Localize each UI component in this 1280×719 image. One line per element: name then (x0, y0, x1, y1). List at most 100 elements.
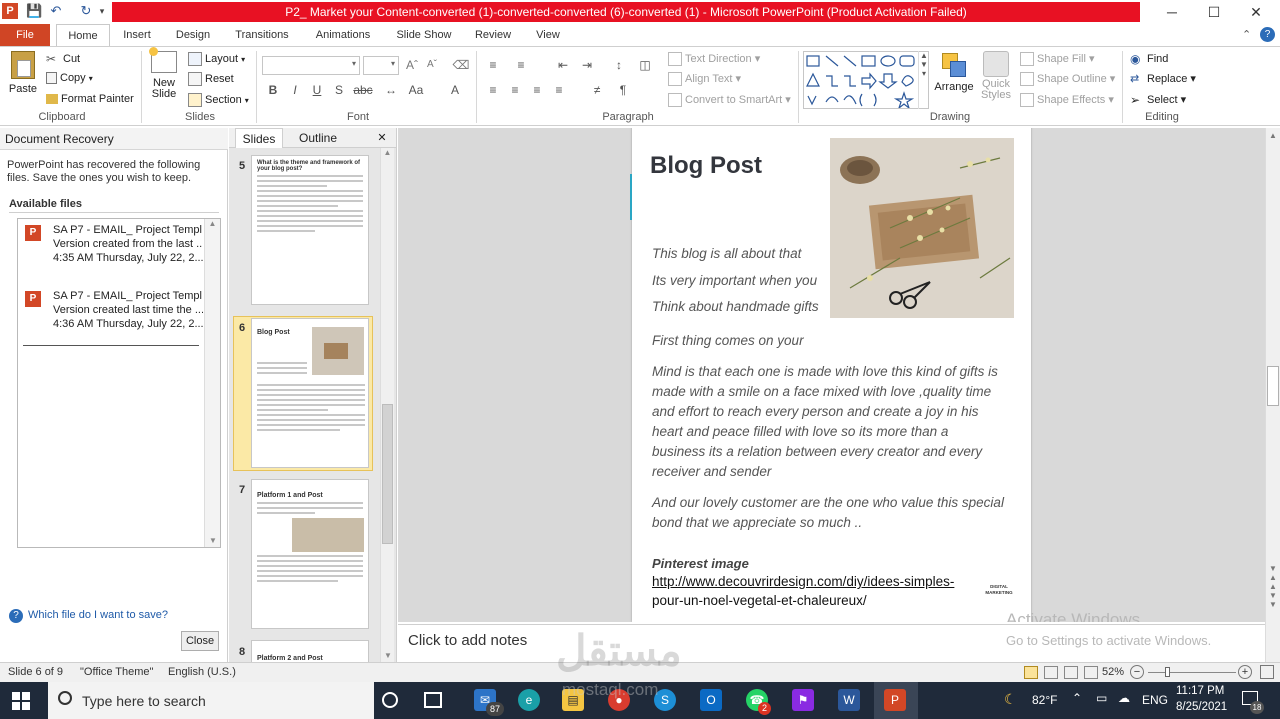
text-direction-button[interactable]: Text Direction ▾ (668, 52, 760, 67)
reset-button[interactable]: Reset (188, 72, 234, 86)
tab-transitions[interactable]: Transitions (226, 24, 298, 46)
font-name-select[interactable]: ▾ (262, 56, 360, 75)
change-case-icon[interactable]: Aa (404, 81, 428, 99)
slide-text-line[interactable]: This blog is all about that (652, 244, 832, 264)
save-icon[interactable]: 💾 (26, 3, 42, 19)
taskbar-search[interactable]: Type here to search (48, 682, 374, 719)
pinterest-label[interactable]: Pinterest image (652, 556, 749, 571)
columns-icon[interactable]: ◫ (636, 56, 654, 74)
character-spacing-icon[interactable]: ↔ (382, 81, 400, 99)
pinterest-link[interactable]: http://www.decouvrirdesign.com/diy/idees… (652, 574, 954, 589)
help-link[interactable]: ? Which file do I want to save? (9, 609, 168, 623)
new-slide-button[interactable]: New Slide (148, 47, 180, 109)
font-size-select[interactable]: ▾ (363, 56, 399, 75)
zoom-level[interactable]: 52% (1102, 666, 1124, 678)
arrange-button[interactable]: Arrange (934, 51, 974, 107)
shape-outline-button[interactable]: Shape Outline ▾ (1020, 72, 1115, 87)
slide-title[interactable]: Blog Post (650, 152, 762, 180)
bullets-icon[interactable]: ≡ (484, 56, 502, 74)
slideshow-icon[interactable] (1084, 666, 1098, 679)
cut-button[interactable]: ✂ Cut (46, 52, 80, 66)
minimize-button[interactable]: ─ (1150, 0, 1194, 24)
close-button[interactable]: Close (181, 631, 219, 651)
thumbnail-scrollbar[interactable]: ▲ ▼ (380, 148, 394, 662)
undo-icon[interactable]: ↶ (48, 3, 64, 19)
increase-indent-icon[interactable]: ⇥ (578, 56, 596, 74)
paste-button[interactable]: Paste (6, 51, 40, 107)
recovered-file-item[interactable]: P SA P7 - EMAIL_ Project Templ... Versio… (23, 289, 208, 339)
tab-outline[interactable]: Outline (291, 128, 345, 148)
center-icon[interactable]: ≡ (506, 81, 524, 99)
edge-icon[interactable]: e (518, 689, 540, 711)
tab-slides[interactable]: Slides (235, 128, 283, 148)
shape-fill-button[interactable]: Shape Fill ▾ (1020, 52, 1095, 67)
recovered-file-item[interactable]: P SA P7 - EMAIL_ Project Templ... Versio… (23, 223, 208, 273)
tab-design[interactable]: Design (168, 24, 218, 46)
reading-view-icon[interactable] (1064, 666, 1078, 679)
input-language[interactable]: ENG (1142, 693, 1168, 707)
redo-icon[interactable]: ↻ (78, 3, 94, 19)
slide-text-line[interactable]: Think about handmade gifts (652, 297, 832, 317)
underline-icon[interactable]: U (308, 81, 326, 99)
tab-view[interactable]: View (528, 24, 568, 46)
decrease-indent-icon[interactable]: ⇤ (554, 56, 572, 74)
filelist-scrollbar[interactable]: ▲ ▼ (204, 219, 220, 547)
slide-paragraph[interactable]: Mind is that each one is made with love … (652, 362, 1004, 482)
tab-file[interactable]: File (0, 24, 50, 46)
copy-button[interactable]: Copy ▾ (46, 72, 93, 85)
zoom-slider[interactable] (1148, 672, 1236, 673)
tab-animations[interactable]: Animations (306, 24, 380, 46)
scroll-down-icon[interactable]: ▼ (381, 651, 395, 660)
tab-review[interactable]: Review (468, 24, 518, 46)
tab-insert[interactable]: Insert (114, 24, 160, 46)
zoom-in-icon[interactable]: + (1238, 665, 1252, 679)
help-icon[interactable]: ? (1260, 27, 1275, 42)
scroll-thumb[interactable] (382, 404, 393, 544)
scroll-arrows[interactable]: ▼ ▲ ▲ ▼ ▼ (1266, 564, 1280, 609)
shapes-gallery[interactable] (803, 51, 929, 110)
align-text-button[interactable]: Align Text ▾ (668, 72, 741, 87)
shrink-font-icon[interactable]: Aˇ (423, 56, 441, 74)
numbering-icon[interactable]: ≡ (512, 56, 530, 74)
strikethrough-icon[interactable]: abc (352, 81, 374, 99)
theme-indicator[interactable]: "Office Theme" (80, 666, 153, 678)
normal-view-icon[interactable] (1024, 666, 1038, 679)
powerpoint-icon[interactable]: P (884, 689, 906, 711)
slide-thumbnail-8[interactable]: Platform 2 and Post (251, 640, 369, 662)
tab-home[interactable]: Home (56, 24, 110, 46)
customize-qat-icon[interactable]: ▾ (94, 3, 110, 19)
section-button[interactable]: Section ▾ (188, 93, 249, 107)
slide-thumbnail-7[interactable]: Platform 1 and Post (251, 479, 369, 629)
justify-icon[interactable]: ≡ (550, 81, 568, 99)
notes-pane[interactable]: Click to add notes Go to Settings to act… (398, 624, 1266, 660)
language-indicator[interactable]: English (U.S.) (168, 666, 236, 678)
fit-slide-icon[interactable] (1260, 665, 1274, 679)
slide-thumbnail-6[interactable]: Blog Post (251, 318, 369, 468)
scroll-up-icon[interactable]: ▲ (205, 219, 220, 228)
task-view-icon[interactable] (424, 692, 442, 708)
quick-styles-button[interactable]: Quick Styles (976, 51, 1016, 109)
slide-paragraph-2[interactable]: And our lovely customer are the one who … (652, 493, 1004, 533)
outlook-icon[interactable]: O (700, 689, 722, 711)
zoom-slider-thumb[interactable] (1165, 667, 1170, 677)
grow-font-icon[interactable]: Aˆ (403, 56, 421, 74)
select-button[interactable]: ➢ Select ▾ (1130, 93, 1186, 107)
current-slide[interactable]: Blog Post This blog is all about that It… (630, 128, 1031, 622)
clock-date[interactable]: 8/25/2021 (1176, 701, 1227, 713)
distributed-icon[interactable]: ≠ (588, 81, 606, 99)
scroll-up-icon[interactable]: ▲ (1266, 131, 1280, 140)
slide-scrollbar[interactable]: ▲ ▼ ▲ ▲ ▼ ▼ (1265, 128, 1280, 662)
temperature[interactable]: 82°F (1032, 693, 1057, 707)
cortana-icon[interactable] (382, 692, 398, 708)
word-icon[interactable]: W (838, 689, 860, 711)
scroll-up-icon[interactable]: ▲ (381, 148, 394, 157)
italic-icon[interactable]: I (286, 81, 304, 99)
tab-slide-show[interactable]: Slide Show (390, 24, 458, 46)
slide-image[interactable] (830, 138, 1014, 318)
network-icon[interactable]: ▭ (1096, 691, 1107, 705)
line-spacing-icon[interactable]: ↕ (610, 56, 628, 74)
replace-button[interactable]: ⇄ Replace ▾ (1130, 72, 1196, 86)
powerpoint-app-icon[interactable]: P (2, 3, 18, 19)
maximize-button[interactable]: ☐ (1192, 0, 1236, 24)
zoom-out-icon[interactable]: − (1130, 665, 1144, 679)
